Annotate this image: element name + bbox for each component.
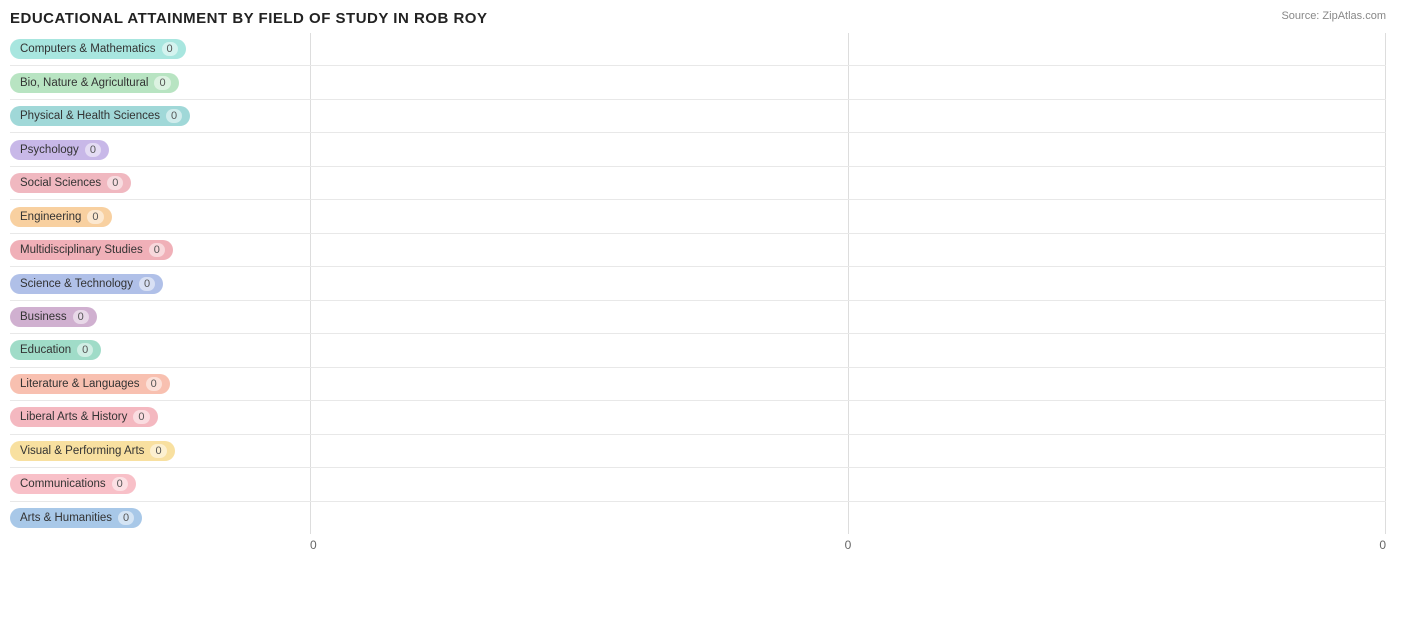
bar-row: Visual & Performing Arts 0 <box>10 435 1386 468</box>
bar-row: Psychology 0 <box>10 133 1386 166</box>
bar-pill: Physical & Health Sciences 0 <box>10 106 190 126</box>
pill-label: Social Sciences <box>20 177 101 189</box>
bar-row: Business 0 <box>10 301 1386 334</box>
bar-pill: Bio, Nature & Agricultural 0 <box>10 73 179 93</box>
bar-row: Engineering 0 <box>10 200 1386 233</box>
pill-label: Physical & Health Sciences <box>20 110 160 122</box>
bar-pill: Computers & Mathematics 0 <box>10 39 186 59</box>
pill-label: Science & Technology <box>20 278 133 290</box>
bar-row: Social Sciences 0 <box>10 167 1386 200</box>
label-area: Arts & Humanities 0 <box>10 508 310 528</box>
pill-value: 0 <box>112 477 128 491</box>
x-axis-label-2: 0 <box>1379 538 1386 552</box>
bar-row: Science & Technology 0 <box>10 267 1386 300</box>
label-area: Science & Technology 0 <box>10 274 310 294</box>
pill-value: 0 <box>77 343 93 357</box>
label-area: Literature & Languages 0 <box>10 374 310 394</box>
label-area: Multidisciplinary Studies 0 <box>10 240 310 260</box>
x-axis: 0 0 0 <box>310 534 1386 564</box>
label-area: Computers & Mathematics 0 <box>10 39 310 59</box>
pill-value: 0 <box>149 243 165 257</box>
x-axis-label-1: 0 <box>845 538 852 552</box>
bar-pill: Engineering 0 <box>10 207 112 227</box>
bar-pill: Liberal Arts & History 0 <box>10 407 158 427</box>
bar-row: Multidisciplinary Studies 0 <box>10 234 1386 267</box>
pill-value: 0 <box>133 410 149 424</box>
pill-label: Psychology <box>20 144 79 156</box>
label-area: Education 0 <box>10 340 310 360</box>
pill-label: Business <box>20 311 67 323</box>
pill-label: Multidisciplinary Studies <box>20 244 143 256</box>
chart-container: EDUCATIONAL ATTAINMENT BY FIELD OF STUDY… <box>0 0 1406 631</box>
bar-pill: Social Sciences 0 <box>10 173 131 193</box>
chart-title: EDUCATIONAL ATTAINMENT BY FIELD OF STUDY… <box>10 10 1386 27</box>
pill-value: 0 <box>87 210 103 224</box>
pill-value: 0 <box>146 377 162 391</box>
pill-label: Communications <box>20 478 106 490</box>
bar-pill: Communications 0 <box>10 474 136 494</box>
x-axis-label-0: 0 <box>310 538 317 552</box>
pill-value: 0 <box>150 444 166 458</box>
bar-pill: Education 0 <box>10 340 101 360</box>
rows-area: Computers & Mathematics0Bio, Nature & Ag… <box>10 33 1386 534</box>
label-area: Communications 0 <box>10 474 310 494</box>
pill-label: Bio, Nature & Agricultural <box>20 77 148 89</box>
bar-row: Computers & Mathematics 0 <box>10 33 1386 66</box>
pill-value: 0 <box>162 42 178 56</box>
bar-pill: Arts & Humanities 0 <box>10 508 142 528</box>
label-area: Social Sciences 0 <box>10 173 310 193</box>
label-area: Business 0 <box>10 307 310 327</box>
pill-label: Liberal Arts & History <box>20 411 127 423</box>
bar-row: Bio, Nature & Agricultural 0 <box>10 66 1386 99</box>
bar-pill: Multidisciplinary Studies 0 <box>10 240 173 260</box>
label-area: Visual & Performing Arts 0 <box>10 441 310 461</box>
label-area: Engineering 0 <box>10 207 310 227</box>
pill-value: 0 <box>85 143 101 157</box>
pill-label: Arts & Humanities <box>20 512 112 524</box>
pill-value: 0 <box>154 76 170 90</box>
chart-area: Computers & Mathematics0Bio, Nature & Ag… <box>10 33 1386 564</box>
bar-pill: Visual & Performing Arts 0 <box>10 441 175 461</box>
pill-label: Visual & Performing Arts <box>20 445 144 457</box>
label-area: Physical & Health Sciences 0 <box>10 106 310 126</box>
bar-row: Education 0 <box>10 334 1386 367</box>
pill-value: 0 <box>107 176 123 190</box>
pill-label: Computers & Mathematics <box>20 43 156 55</box>
bar-pill: Business 0 <box>10 307 97 327</box>
bar-pill: Science & Technology 0 <box>10 274 163 294</box>
pill-label: Education <box>20 344 71 356</box>
pill-value: 0 <box>166 109 182 123</box>
label-area: Bio, Nature & Agricultural 0 <box>10 73 310 93</box>
label-area: Liberal Arts & History 0 <box>10 407 310 427</box>
bar-row: Literature & Languages 0 <box>10 368 1386 401</box>
pill-value: 0 <box>139 277 155 291</box>
bar-row: Arts & Humanities 0 <box>10 502 1386 534</box>
pill-label: Engineering <box>20 211 81 223</box>
pill-label: Literature & Languages <box>20 378 140 390</box>
bar-row: Liberal Arts & History 0 <box>10 401 1386 434</box>
bar-pill: Literature & Languages 0 <box>10 374 170 394</box>
bar-pill: Psychology 0 <box>10 140 109 160</box>
source-text: Source: ZipAtlas.com <box>1281 10 1386 22</box>
pill-value: 0 <box>73 310 89 324</box>
bar-row: Communications 0 <box>10 468 1386 501</box>
pill-value: 0 <box>118 511 134 525</box>
label-area: Psychology 0 <box>10 140 310 160</box>
bar-row: Physical & Health Sciences 0 <box>10 100 1386 133</box>
